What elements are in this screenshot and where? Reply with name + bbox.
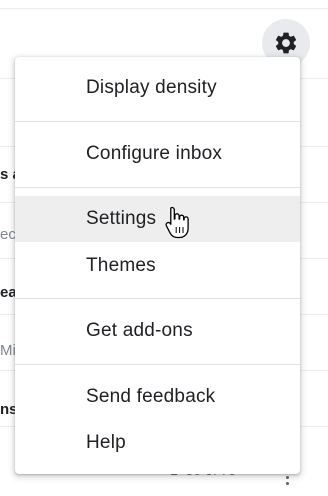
more-icon[interactable]	[286, 476, 289, 479]
menu-item-display-density[interactable]: Display density	[15, 65, 300, 111]
settings-menu: Display density Configure inbox Settings…	[15, 57, 300, 474]
more-icon[interactable]	[286, 482, 289, 485]
menu-item-themes[interactable]: Themes	[15, 243, 300, 289]
menu-item-get-add-ons[interactable]: Get add-ons	[15, 308, 300, 354]
menu-item-configure-inbox[interactable]: Configure inbox	[15, 131, 300, 177]
menu-item-settings[interactable]: Settings	[15, 196, 300, 242]
menu-divider	[15, 364, 300, 365]
menu-divider	[15, 298, 300, 299]
menu-divider	[15, 187, 300, 188]
inbox-view: s a ec ea Mi ns 1–50 of 75 Display densi…	[0, 0, 328, 496]
menu-item-send-feedback[interactable]: Send feedback	[15, 374, 300, 420]
email-row-fragment[interactable]: ec	[0, 226, 16, 243]
row-divider	[0, 8, 328, 9]
gear-icon	[275, 32, 297, 54]
email-row-fragment[interactable]: Mi	[0, 342, 16, 359]
menu-divider	[15, 121, 300, 122]
menu-item-help[interactable]: Help	[15, 420, 300, 466]
